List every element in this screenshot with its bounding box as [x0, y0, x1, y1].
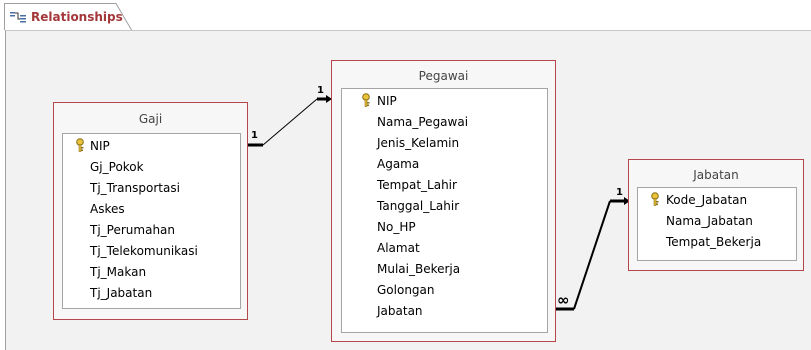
primary-key-icon: [76, 138, 84, 152]
primary-key-icon: [362, 93, 370, 107]
table-gaji[interactable]: Gaji NIP Gj_Pokok Tj_Transportasi Askes …: [53, 102, 248, 320]
field-gj-pokok[interactable]: Gj_Pokok: [90, 160, 144, 174]
relationship-many-label: ∞: [557, 291, 570, 309]
document-tab-bar: Relationships: [0, 0, 811, 30]
field-tj-jabatan[interactable]: Tj_Jabatan: [90, 286, 152, 300]
table-title: Jabatan: [693, 168, 739, 182]
field-alamat[interactable]: Alamat: [377, 241, 420, 255]
field-nama-pegawai[interactable]: Nama_Pegawai: [377, 115, 468, 129]
field-mulai-bekerja[interactable]: Mulai_Bekerja: [377, 262, 460, 276]
tab-label: Relationships: [31, 10, 123, 24]
field-jenis-kelamin[interactable]: Jenis_Kelamin: [377, 136, 459, 150]
relationship-one-label: 1: [616, 187, 623, 198]
field-list[interactable]: NIP Nama_Pegawai Jenis_Kelamin Agama Tem…: [341, 88, 548, 333]
field-kode-jabatan[interactable]: Kode_Jabatan: [666, 193, 747, 207]
field-no-hp[interactable]: No_HP: [377, 220, 416, 234]
relationship-one-label: 1: [251, 130, 258, 141]
field-tj-telekomunikasi[interactable]: Tj_Telekomunikasi: [90, 244, 198, 258]
tab-relationships[interactable]: Relationships: [4, 3, 132, 30]
field-list[interactable]: Kode_Jabatan Nama_Jabatan Tempat_Bekerja: [637, 187, 797, 261]
field-nip[interactable]: NIP: [90, 139, 110, 153]
field-tj-transportasi[interactable]: Tj_Transportasi: [90, 181, 180, 195]
primary-key-icon: [651, 192, 659, 206]
relationship-one-label: 1: [317, 85, 324, 96]
field-tj-makan[interactable]: Tj_Makan: [90, 265, 146, 279]
field-list[interactable]: NIP Gj_Pokok Tj_Transportasi Askes Tj_Pe…: [62, 133, 241, 309]
table-title: Gaji: [138, 112, 163, 126]
table-title: Pegawai: [418, 69, 469, 83]
field-tanggal-lahir[interactable]: Tanggal_Lahir: [377, 199, 459, 213]
field-tempat-lahir[interactable]: Tempat_Lahir: [377, 178, 457, 192]
table-jabatan[interactable]: Jabatan Kode_Jabatan Nama_Jabatan Tempat…: [628, 159, 804, 271]
field-jabatan[interactable]: Jabatan: [377, 304, 423, 318]
field-agama[interactable]: Agama: [377, 157, 419, 171]
field-tj-perumahan[interactable]: Tj_Perumahan: [90, 223, 175, 237]
field-nip[interactable]: NIP: [377, 94, 397, 108]
field-golongan[interactable]: Golongan: [377, 283, 435, 297]
relationships-icon: [10, 12, 26, 23]
table-pegawai[interactable]: Pegawai NIP Nama_Pegawai Jenis_Kelamin A…: [331, 60, 556, 342]
field-tempat-bekerja[interactable]: Tempat_Bekerja: [666, 235, 761, 249]
field-askes[interactable]: Askes: [90, 202, 125, 216]
field-nama-jabatan[interactable]: Nama_Jabatan: [666, 214, 753, 228]
